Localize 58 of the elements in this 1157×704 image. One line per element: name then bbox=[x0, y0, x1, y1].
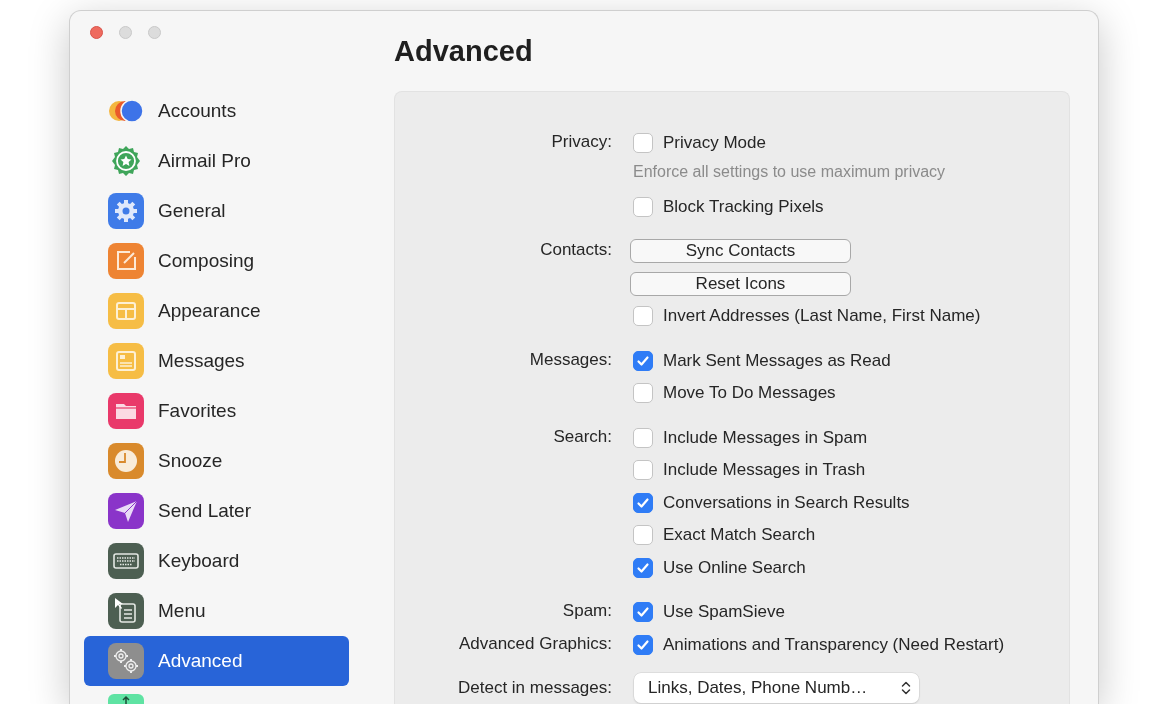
checkbox[interactable]: Block Tracking Pixels bbox=[633, 190, 824, 223]
sidebar-item[interactable]: Composing bbox=[84, 236, 349, 286]
section-label: Messages: bbox=[528, 348, 612, 371]
keyboard-icon bbox=[108, 543, 144, 579]
checkbox[interactable]: Move To Do Messages bbox=[633, 377, 836, 410]
sidebar-item[interactable]: Accounts bbox=[84, 86, 349, 136]
checkbox[interactable]: Exact Match Search bbox=[633, 519, 816, 552]
checkbox[interactable]: Conversations in Search Results bbox=[633, 486, 910, 519]
gears-icon bbox=[108, 643, 144, 679]
popup-menu[interactable]: Links, Dates, Phone Numb… bbox=[634, 673, 919, 703]
pencil-square-icon bbox=[108, 243, 144, 279]
paper-plane-icon bbox=[108, 493, 144, 529]
sidebar-item[interactable]: Keyboard bbox=[84, 536, 349, 586]
action-button[interactable]: Reset Icons bbox=[630, 271, 851, 296]
gear-icon bbox=[108, 193, 144, 229]
menu-pointer-icon bbox=[108, 593, 144, 629]
sidebar-item[interactable]: Send Later bbox=[84, 486, 349, 536]
checkmark-icon bbox=[636, 605, 650, 620]
section-label: Spam: bbox=[561, 600, 612, 622]
action-button[interactable]: Sync Contacts bbox=[630, 239, 851, 264]
page-title: Advanced bbox=[394, 34, 533, 69]
checkbox[interactable]: Include Messages in Trash bbox=[633, 454, 866, 487]
note-icon bbox=[108, 343, 144, 379]
sidebar-item[interactable]: General bbox=[84, 186, 349, 236]
checkbox[interactable]: Use Online Search bbox=[633, 551, 806, 584]
section-label: Search: bbox=[552, 425, 612, 448]
checkbox[interactable]: Include Messages in Spam bbox=[633, 421, 868, 454]
layout-icon bbox=[108, 293, 144, 329]
sidebar-item[interactable]: Airmail Pro bbox=[84, 136, 349, 186]
checkmark-icon bbox=[636, 353, 650, 368]
checkmark-icon bbox=[636, 560, 650, 575]
checkmark-icon bbox=[636, 637, 650, 652]
section-label: Contacts: bbox=[539, 239, 612, 261]
section-label: Detect in messages: bbox=[457, 677, 612, 699]
close-button[interactable] bbox=[90, 26, 103, 39]
sidebar-item[interactable]: Advanced bbox=[84, 636, 349, 686]
checkbox[interactable]: Invert Addresses (Last Name, First Name) bbox=[633, 300, 981, 333]
sidebar-item[interactable]: Menu bbox=[84, 586, 349, 636]
checkbox[interactable]: Use SpamSieve bbox=[633, 596, 785, 629]
zoom-button[interactable] bbox=[148, 26, 161, 39]
section-label: Privacy: bbox=[550, 131, 612, 153]
up-down-chevron-icon bbox=[901, 680, 911, 696]
section-label: Advanced Graphics: bbox=[457, 632, 612, 655]
sidebar-item[interactable]: Messages bbox=[84, 336, 349, 386]
arrow-icon bbox=[108, 694, 144, 704]
sidebar-item[interactable]: Favorites bbox=[84, 386, 349, 436]
folder-icon bbox=[108, 393, 144, 429]
checkbox[interactable]: Privacy Mode bbox=[633, 127, 766, 160]
clock-icon bbox=[108, 443, 144, 479]
minimize-button[interactable] bbox=[119, 26, 132, 39]
checkbox[interactable]: Mark Sent Messages as Read bbox=[633, 344, 891, 377]
checkmark-icon bbox=[636, 495, 650, 510]
overlapping-circles-icon bbox=[108, 98, 144, 124]
hint-text: Enforce all settings to use maximum privacy bbox=[633, 161, 946, 182]
sidebar-item[interactable]: Appearance bbox=[84, 286, 349, 336]
sidebar-item[interactable]: Snooze bbox=[84, 436, 349, 486]
checkbox[interactable]: Animations and Transparency (Need Restart) bbox=[633, 628, 1005, 661]
star-badge-icon bbox=[110, 145, 142, 177]
